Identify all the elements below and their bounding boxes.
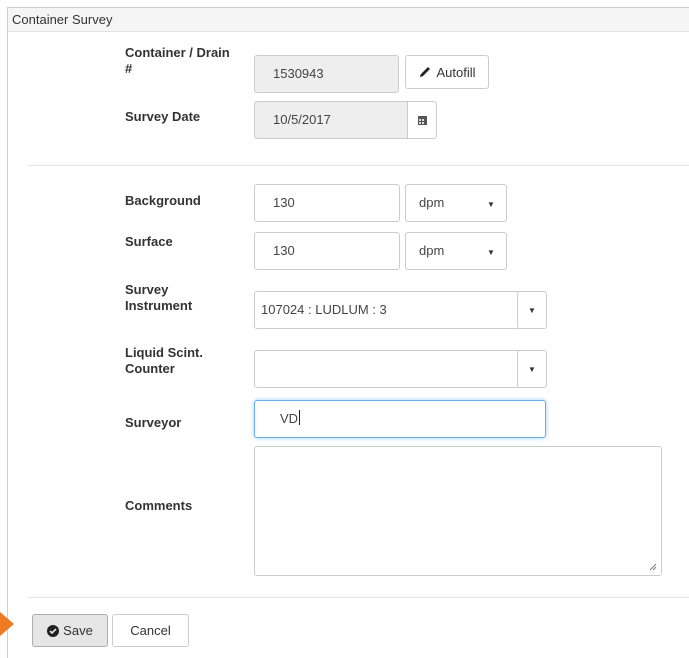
save-label: Save (63, 623, 93, 638)
surface-unit-value: dpm (419, 243, 445, 258)
lsc-label-line2: Counter (125, 361, 175, 376)
surface-label: Surface (125, 234, 173, 249)
survey-instrument-label: Survey Instrument (125, 282, 192, 314)
pointer-arrow-icon (0, 612, 14, 636)
text-cursor (299, 410, 301, 425)
container-survey-panel: Container Survey Container / Drain # 153… (7, 7, 689, 658)
autofill-button[interactable]: Autofill (405, 55, 489, 89)
background-value-input[interactable]: 130 (254, 184, 400, 222)
section-divider-bottom (28, 597, 689, 598)
pencil-icon (420, 67, 431, 77)
survey-date-field[interactable]: 10/5/2017 (254, 101, 409, 139)
cancel-button[interactable]: Cancel (112, 614, 189, 647)
surface-value-input[interactable]: 130 (254, 232, 400, 270)
surveyor-input[interactable]: VD (254, 400, 546, 438)
surveyor-label: Surveyor (125, 415, 182, 430)
survey-date-label: Survey Date (125, 109, 201, 124)
survey-instrument-select[interactable]: 107024 : LUDLUM : 3 (254, 291, 519, 329)
comments-textarea[interactable] (254, 446, 662, 576)
background-unit-value: dpm (419, 195, 445, 210)
container-label-line2: # (125, 61, 133, 76)
check-circle-icon (47, 624, 60, 637)
caret-down-icon: ▼ (487, 200, 495, 209)
caret-down-icon: ▼ (528, 364, 536, 374)
caret-down-icon: ▼ (487, 248, 495, 257)
surface-unit-select[interactable]: dpm ▼ (405, 232, 507, 270)
container-label-line1: Container / Drain (125, 45, 230, 60)
calendar-button[interactable] (407, 101, 437, 139)
surveyor-value: VD (280, 411, 299, 426)
panel-title: Container Survey (8, 8, 689, 32)
survey-instrument-dropdown-button[interactable]: ▼ (517, 291, 547, 329)
survey-instrument-label-line1: Survey (125, 282, 169, 297)
calendar-icon (417, 115, 427, 125)
lsc-dropdown-button[interactable]: ▼ (517, 350, 547, 388)
autofill-label: Autofill (436, 64, 476, 80)
lsc-select[interactable] (254, 350, 519, 388)
save-button[interactable]: Save (32, 614, 108, 647)
comments-label: Comments (125, 498, 193, 513)
container-number-field[interactable]: 1530943 (254, 55, 399, 93)
survey-instrument-value: 107024 : LUDLUM : 3 (261, 302, 387, 317)
background-label: Background (125, 193, 201, 208)
lsc-label: Liquid Scint. Counter (125, 345, 203, 377)
resize-handle-icon[interactable] (649, 563, 657, 571)
container-label: Container / Drain # (125, 45, 230, 77)
background-unit-select[interactable]: dpm ▼ (405, 184, 507, 222)
lsc-label-line1: Liquid Scint. (125, 345, 203, 360)
caret-down-icon: ▼ (528, 305, 536, 315)
survey-instrument-label-line2: Instrument (125, 298, 193, 313)
section-divider-top (28, 165, 689, 166)
